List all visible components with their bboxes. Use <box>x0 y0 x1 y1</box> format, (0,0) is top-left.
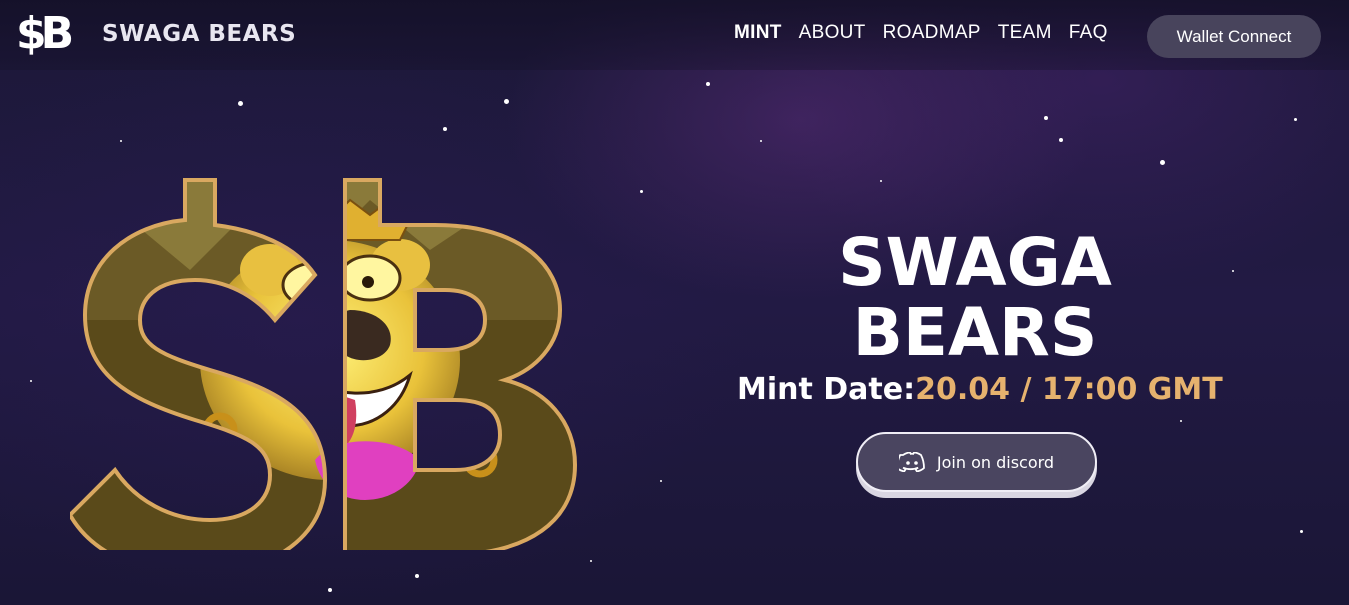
brand-logo[interactable]: $B SWAGA BEARS <box>16 12 296 56</box>
logo-mark: $B <box>16 8 74 59</box>
brand-name: SWAGA BEARS <box>102 21 297 47</box>
main-nav: MINT ABOUT ROADMAP TEAM FAQ <box>734 22 1125 44</box>
hero-title-line1: SWAGA <box>838 224 1112 301</box>
hero-title-line2: BEARS <box>852 294 1098 371</box>
wallet-connect-button[interactable]: Wallet Connect <box>1147 15 1321 58</box>
nav-item-mint[interactable]: MINT <box>734 22 782 44</box>
join-discord-button[interactable]: Join on discord <box>856 432 1097 492</box>
mint-date-value: 20.04 / 17:00 GMT <box>915 372 1223 407</box>
hero-title: SWAGA BEARS <box>740 228 1210 368</box>
hero-bear-logo-art <box>67 160 610 605</box>
mint-date: Mint Date:20.04 / 17:00 GMT <box>737 372 1237 407</box>
discord-icon <box>898 452 925 472</box>
nav-item-faq[interactable]: FAQ <box>1069 22 1108 44</box>
join-discord-label: Join on discord <box>936 452 1055 472</box>
mint-date-label: Mint Date: <box>737 372 916 407</box>
site-header: $B SWAGA BEARS MINT ABOUT ROADMAP TEAM F… <box>0 0 1349 70</box>
nav-item-roadmap[interactable]: ROADMAP <box>883 22 981 44</box>
nav-item-team[interactable]: TEAM <box>998 22 1052 44</box>
nav-item-about[interactable]: ABOUT <box>799 22 866 44</box>
